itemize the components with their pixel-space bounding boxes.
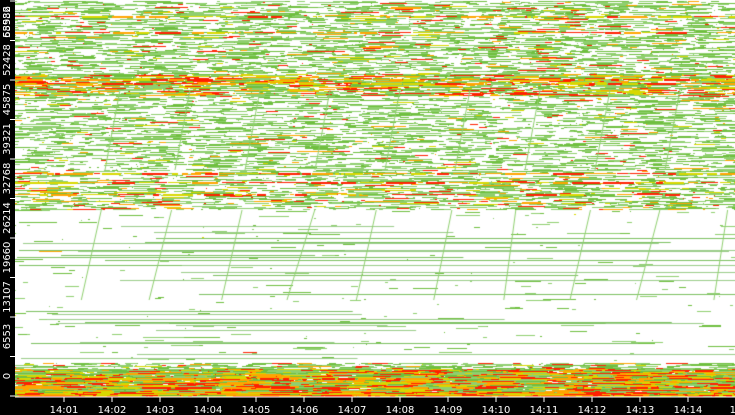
x-tick-label: 14 [730,405,735,415]
x-tick-label: 14:13 [626,405,655,415]
y-tick-label: 6553 [2,324,13,349]
y-tick-label: 0 [2,373,13,379]
x-tick-label: 14:08 [386,405,415,415]
x-tick-label: 14:09 [434,405,463,415]
x-tick-label: 14:06 [290,405,319,415]
x-tick-label: 14:10 [482,405,511,415]
chart-axes: 0 6553 13107 19660 26214 32768 39321 45875 52428… [2,0,735,415]
x-tick-label: 14:04 [194,405,223,415]
x-tick-label: 14:07 [338,405,367,415]
y-tick-label: 45875 [2,84,13,116]
x-tick-label: 14:12 [578,405,607,415]
x-tick-label: 14:14 [674,405,703,415]
x-tick-label: 14:01 [50,405,79,415]
y-tick-label: 13107 [2,281,13,313]
y-tick-label: 26214 [2,202,13,234]
y-tick-label: 65536 [2,6,13,38]
y-tick-label: 52428 [2,44,13,76]
x-tick-label: 14:05 [242,405,271,415]
y-tick-label: 39321 [2,123,13,155]
x-tick-label: 14:02 [98,405,127,415]
x-tick-label: 14:03 [146,405,175,415]
x-tick-label: 14:11 [530,405,559,415]
y-tick-label: 19660 [2,242,13,274]
y-tick-label: 32768 [2,163,13,195]
